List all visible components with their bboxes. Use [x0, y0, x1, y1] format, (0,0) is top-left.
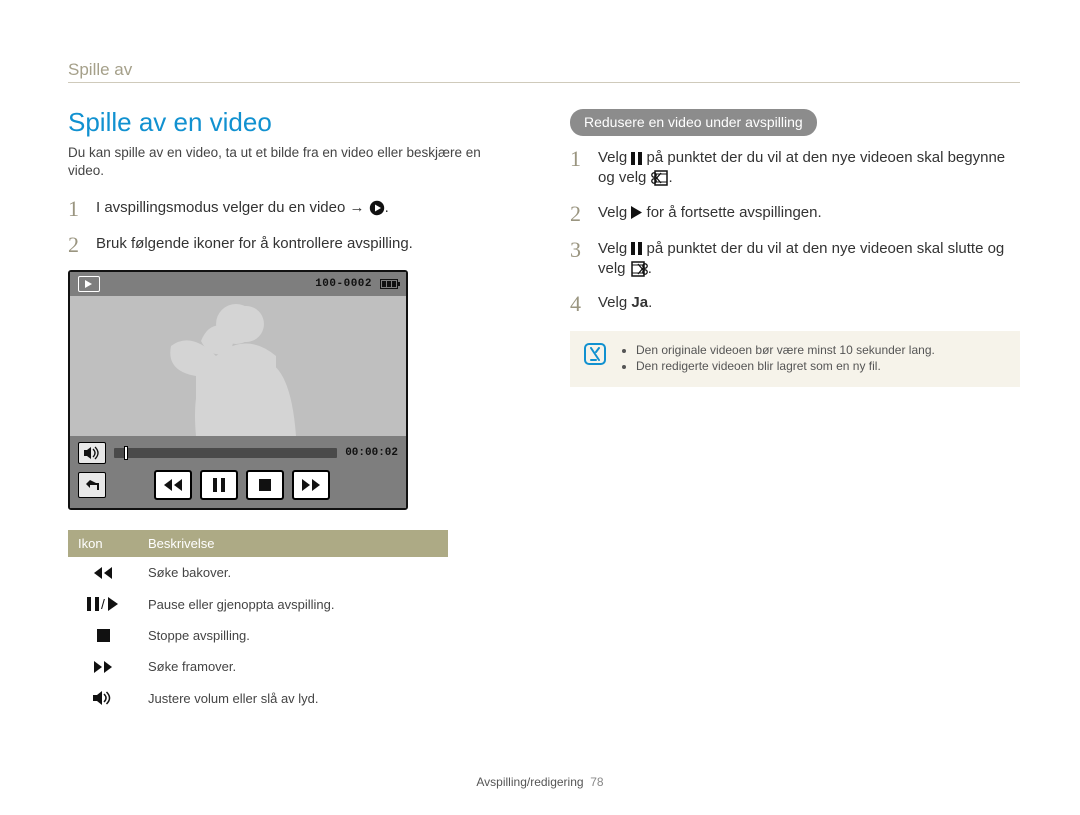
trim-end-icon — [630, 261, 648, 277]
note-item: Den redigerte videoen blir lagret som en… — [636, 359, 935, 373]
pause-button[interactable] — [200, 470, 238, 500]
table-row: Søke framover. — [68, 651, 448, 682]
right-steps: 1 Velg på punktet der du vil at den nye … — [570, 148, 1020, 315]
th-desc: Beskrivelse — [138, 530, 448, 557]
volume-button[interactable] — [78, 442, 106, 464]
fast-forward-icon — [78, 660, 128, 674]
cell-desc: Pause eller gjenoppta avspilling. — [138, 588, 448, 620]
play-circle-icon — [369, 200, 385, 216]
rewind-icon — [78, 566, 128, 580]
cell-desc: Justere volum eller slå av lyd. — [138, 682, 448, 714]
running-header: Spille av — [68, 60, 1020, 80]
icon-description-table: Ikon Beskrivelse Søke bakover. — [68, 530, 448, 714]
step: 1 Velg på punktet der du vil at den nye … — [570, 148, 1020, 189]
playback-mode-icon — [78, 276, 100, 292]
cell-desc: Stoppe avspilling. — [138, 620, 448, 651]
player-topbar: 100-0002 — [70, 272, 406, 296]
right-column: Redusere en video under avspilling 1 Vel… — [570, 107, 1020, 714]
elapsed-time: 00:00:02 — [345, 447, 398, 459]
step: 2 Bruk følgende ikoner for å kontrollere… — [68, 234, 518, 256]
play-icon — [631, 206, 642, 219]
step-1-text: I avspillingsmodus velger du en video → — [96, 199, 364, 216]
step-text: I avspillingsmodus velger du en video → … — [96, 198, 389, 218]
battery-icon — [380, 279, 398, 289]
fast-forward-button[interactable] — [292, 470, 330, 500]
page-footer: Avspilling/redigering 78 — [0, 775, 1080, 789]
step-number: 3 — [570, 239, 584, 261]
step-number: 4 — [570, 293, 584, 315]
section-heading: Spille av en video — [68, 107, 518, 138]
left-column: Spille av en video Du kan spille av en v… — [68, 107, 518, 714]
table-row: Stoppe avspilling. — [68, 620, 448, 651]
step-2-text: Bruk følgende ikoner for å kontrollere a… — [96, 234, 413, 254]
footer-section: Avspilling/redigering — [476, 775, 583, 789]
note-icon — [584, 343, 606, 365]
table-row: Søke bakover. — [68, 557, 448, 588]
cell-desc: Søke framover. — [138, 651, 448, 682]
step: 2 Velg for å fortsette avspillingen. — [570, 203, 1020, 225]
rewind-button[interactable] — [154, 470, 192, 500]
trim-start-icon — [651, 170, 669, 186]
lead-paragraph: Du kan spille av en video, ta ut et bild… — [68, 144, 518, 180]
player-bottombar: 00:00:02 — [70, 436, 406, 508]
video-player-illustration: 100-0002 — [68, 270, 408, 510]
bold-word: Ja — [631, 294, 648, 311]
progress-bar[interactable] — [114, 448, 337, 458]
pause-icon — [631, 242, 642, 255]
step-text: Velg Ja. — [598, 293, 652, 313]
step-number: 2 — [570, 203, 584, 225]
table-row: Justere volum eller slå av lyd. — [68, 682, 448, 714]
step-text: Velg på punktet der du vil at den nye vi… — [598, 239, 1020, 280]
stop-button[interactable] — [246, 470, 284, 500]
footer-page-number: 78 — [590, 775, 603, 789]
step: 4 Velg Ja. — [570, 293, 1020, 315]
step-number: 1 — [68, 198, 82, 220]
step-number: 2 — [68, 234, 82, 256]
step: 1 I avspillingsmodus velger du en video … — [68, 198, 518, 220]
pause-icon — [631, 152, 642, 165]
pause-play-icon: / — [78, 596, 128, 612]
left-steps: 1 I avspillingsmodus velger du en video … — [68, 198, 518, 256]
table-row: / Pause eller gjenoppta avspilling. — [68, 588, 448, 620]
stop-icon — [78, 629, 128, 642]
volume-icon — [78, 690, 128, 706]
divider — [68, 82, 1020, 83]
file-counter: 100-0002 — [315, 278, 372, 290]
step-text: Velg for å fortsette avspillingen. — [598, 203, 822, 223]
note-item: Den originale videoen bør være minst 10 … — [636, 343, 935, 357]
player-viewport — [70, 296, 406, 436]
step: 3 Velg på punktet der du vil at den nye … — [570, 239, 1020, 280]
step-text: Velg på punktet der du vil at den nye vi… — [598, 148, 1020, 189]
back-button[interactable] — [78, 472, 106, 498]
step-number: 1 — [570, 148, 584, 170]
cell-desc: Søke bakover. — [138, 557, 448, 588]
note-box: Den originale videoen bør være minst 10 … — [570, 331, 1020, 387]
subsection-pill: Redusere en video under avspilling — [570, 109, 817, 136]
th-icon: Ikon — [68, 530, 138, 557]
